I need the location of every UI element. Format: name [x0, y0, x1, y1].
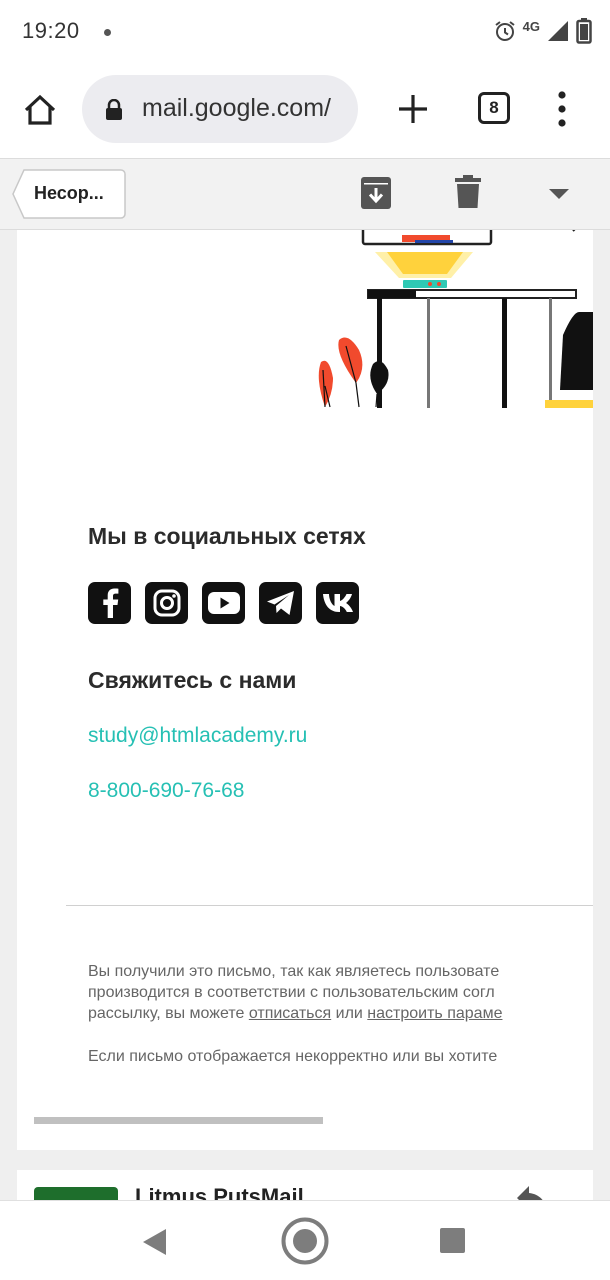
system-navigation-bar	[0, 1200, 610, 1280]
desk-illustration	[318, 230, 593, 408]
signal-icon	[548, 21, 568, 41]
new-tab-icon[interactable]	[396, 92, 430, 126]
nav-back-icon[interactable]	[142, 1228, 168, 1256]
vk-icon[interactable]	[316, 582, 359, 624]
url-text: mail.google.com/	[142, 94, 331, 122]
contact-heading: Свяжитесь с нами	[88, 667, 297, 693]
address-bar[interactable]: mail.google.com/	[82, 75, 358, 143]
settings-link[interactable]: настроить параме	[367, 1005, 502, 1022]
instagram-icon[interactable]	[145, 582, 188, 624]
footer-text-fragment: рассылку, вы можете	[88, 1005, 249, 1022]
footer-line: производится в соответствии с пользовате…	[88, 984, 495, 1001]
gmail-toolbar: Несор...	[0, 158, 610, 230]
footer-disclaimer: Вы получили это письмо, так как являетес…	[88, 961, 593, 1024]
telegram-icon[interactable]	[259, 582, 302, 624]
back-to-folder-button[interactable]: Несор...	[12, 169, 126, 219]
footer-line: рассылку, вы можете отписаться или настр…	[88, 1003, 593, 1024]
contact-email-link[interactable]: study@htmlacademy.ru	[88, 724, 307, 748]
divider	[66, 905, 593, 906]
home-icon[interactable]	[22, 92, 58, 128]
facebook-icon[interactable]	[88, 582, 131, 624]
lock-icon	[106, 99, 122, 120]
status-time: 19:20	[22, 18, 80, 43]
email-card: Мы в социальных сетях Свяжитесь с нами s…	[17, 230, 593, 1150]
horizontal-scrollbar[interactable]	[34, 1117, 323, 1124]
unsubscribe-link[interactable]: отписаться	[249, 1005, 331, 1022]
alarm-icon	[495, 21, 515, 41]
notification-dot-icon	[104, 29, 111, 36]
network-type: 4G	[522, 18, 540, 34]
archive-icon[interactable]	[360, 176, 392, 210]
chevron-down-icon[interactable]	[549, 189, 569, 200]
status-icons: 4G	[493, 16, 592, 46]
contact-phone-link[interactable]: 8-800-690-76-68	[88, 779, 244, 803]
nav-home-icon[interactable]	[281, 1217, 329, 1265]
tab-switcher-button[interactable]: 8	[478, 92, 510, 124]
delete-icon[interactable]	[455, 175, 481, 209]
footer-line: Вы получили это письмо, так как являетес…	[88, 963, 500, 980]
battery-icon	[576, 18, 592, 44]
email-content-area: Мы в социальных сетях Свяжитесь с нами s…	[0, 230, 610, 1230]
status-bar: 19:20 4G	[0, 0, 610, 62]
footer-text-fragment: или	[331, 1005, 368, 1022]
overflow-menu-icon[interactable]	[552, 90, 572, 128]
nav-recents-icon[interactable]	[440, 1228, 465, 1253]
footer-note: Если письмо отображается некорректно или…	[88, 1048, 498, 1065]
back-label: Несор...	[34, 183, 104, 203]
social-links	[88, 582, 359, 624]
social-heading: Мы в социальных сетях	[88, 523, 366, 549]
youtube-icon[interactable]	[202, 582, 245, 624]
browser-toolbar: mail.google.com/ 8	[0, 62, 610, 158]
